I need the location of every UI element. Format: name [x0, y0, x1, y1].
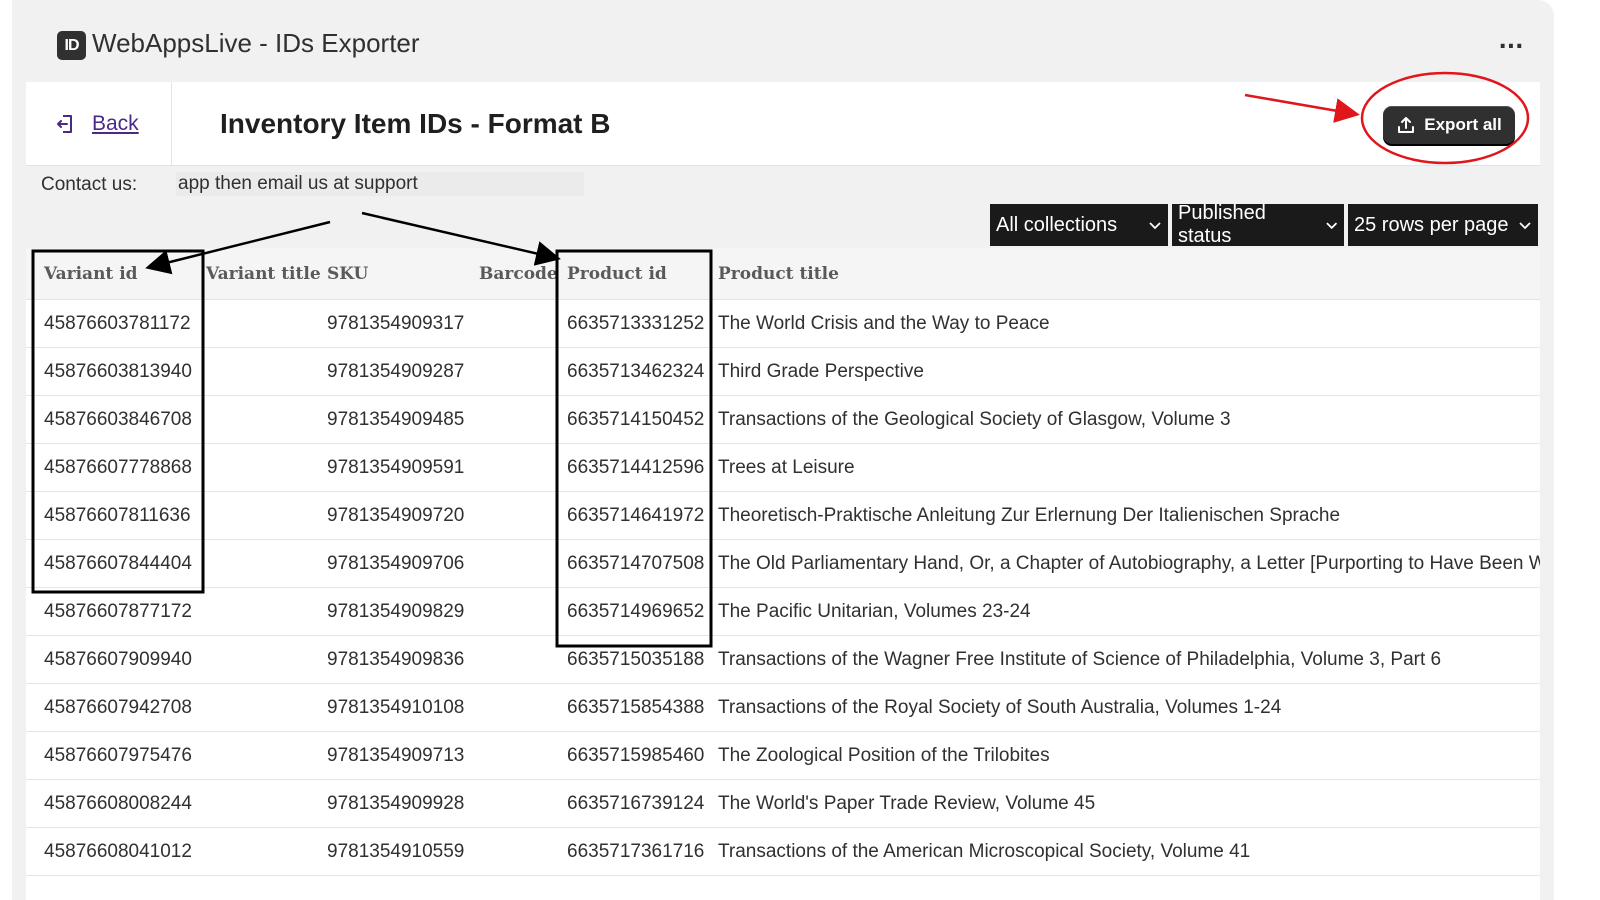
title-bar: ID WebAppsLive - IDs Exporter ... [12, 0, 1554, 82]
table-row[interactable]: 45876607877172 9781354909829 6635714969652… [26, 588, 1540, 636]
chevron-down-icon [1149, 222, 1161, 230]
cell-product-id: 6635717361716 [567, 841, 705, 862]
cell-product-title: The Pacific Unitarian, Volumes 23-24 [718, 601, 1031, 622]
cell-product-title: The Old Parliamentary Hand, Or, a Chapte… [718, 553, 1540, 574]
app-window: ID WebAppsLive - IDs Exporter ... Back I… [12, 0, 1554, 900]
cell-product-id: 6635714150452 [567, 409, 705, 430]
cell-product-id: 6635714641972 [567, 505, 705, 526]
cell-product-title: Transactions of the Wagner Free Institut… [718, 649, 1442, 670]
cell-variant-id: 45876603781172 [44, 313, 191, 334]
app-logo-icon: ID [57, 31, 86, 60]
header-barcode[interactable]: Barcode [479, 264, 558, 284]
cell-product-id: 6635714412596 [567, 457, 705, 478]
filter-bar: All collections Published status 25 rows… [990, 202, 1538, 247]
back-button[interactable]: Back [26, 82, 172, 166]
app-title: WebAppsLive - IDs Exporter [92, 28, 420, 58]
status-select[interactable]: Published status [1172, 202, 1344, 247]
table-row[interactable]: 45876607811636 9781354909720 6635714641972… [26, 492, 1540, 540]
header-sku[interactable]: SKU [327, 264, 368, 284]
cell-variant-id: 45876603846708 [44, 409, 192, 430]
table-row[interactable]: 45876603846708 9781354909485 6635714150452… [26, 396, 1540, 444]
cell-product-title: Third Grade Perspective [718, 361, 924, 382]
cell-product-id: 6635714969652 [567, 601, 705, 622]
table-row[interactable]: 45876607909940 9781354909836 6635715035188… [26, 636, 1540, 684]
chevron-down-icon [1519, 222, 1531, 230]
page-header: Back Inventory Item IDs - Format B Expor… [26, 82, 1540, 166]
chevron-down-icon [1325, 222, 1337, 230]
cell-product-id: 6635715035188 [567, 649, 705, 670]
cell-sku: 9781354909591 [327, 457, 465, 478]
cell-variant-id: 45876608008244 [44, 793, 192, 814]
table-row[interactable]: 45876607975476 9781354909713 6635715985460… [26, 732, 1540, 780]
contact-text: app then email us at support [176, 172, 584, 196]
header-product-id[interactable]: Product id [567, 264, 667, 284]
cell-sku: 9781354909928 [327, 793, 465, 814]
cell-product-id: 6635715854388 [567, 697, 705, 718]
cell-sku: 9781354909706 [327, 553, 465, 574]
table-header: Variant id Variant title SKU Barcode Pro… [26, 248, 1540, 300]
table-row[interactable]: 45876603781172 9781354909317 6635713331252… [26, 300, 1540, 348]
cell-variant-id: 45876607909940 [44, 649, 192, 670]
cell-sku: 9781354909829 [327, 601, 465, 622]
cell-product-title: Theoretisch-Praktische Anleitung Zur Erl… [718, 505, 1341, 526]
collection-select-value: All collections [996, 213, 1118, 236]
cell-sku: 9781354909485 [327, 409, 465, 430]
cell-variant-id: 45876608041012 [44, 841, 192, 862]
cell-product-title: Transactions of the American Microscopic… [718, 841, 1251, 862]
cell-product-id: 6635715985460 [567, 745, 705, 766]
cell-product-title: Trees at Leisure [718, 457, 855, 478]
export-all-label: Export all [1424, 115, 1502, 134]
rows-per-page-select[interactable]: 25 rows per page [1348, 204, 1538, 246]
header-variant-title[interactable]: Variant title [206, 264, 321, 284]
cell-variant-id: 45876607778868 [44, 457, 192, 478]
contact-label: Contact us: [41, 174, 138, 195]
export-all-button[interactable]: Export all [1383, 106, 1515, 144]
cell-sku: 9781354909713 [327, 745, 465, 766]
cell-variant-id: 45876607975476 [44, 745, 192, 766]
cell-sku: 9781354910559 [327, 841, 465, 862]
table-row[interactable]: 45876607844404 9781354909706 6635714707508… [26, 540, 1540, 588]
rows-per-page-value: 25 rows per page [1354, 213, 1509, 236]
table-body: 45876603781172 9781354909317 6635713331252… [26, 300, 1540, 900]
header-variant-id[interactable]: Variant id [44, 264, 138, 284]
cell-product-id: 6635714707508 [567, 553, 705, 574]
cell-variant-id: 45876607844404 [44, 553, 192, 574]
cell-variant-id: 45876607811636 [44, 505, 191, 526]
cell-product-title: Transactions of the Royal Society of Sou… [718, 697, 1282, 718]
page-title: Inventory Item IDs - Format B [220, 108, 611, 139]
exit-arrow-icon [57, 115, 72, 133]
cell-variant-id: 45876607942708 [44, 697, 192, 718]
cell-product-title: Transactions of the Geological Society o… [718, 409, 1231, 430]
table-row[interactable]: 45876607942708 9781354910108 6635715854388… [26, 684, 1540, 732]
table-row[interactable]: 45876608008244 9781354909928 6635716739124… [26, 780, 1540, 828]
cell-product-title: The World Crisis and the Way to Peace [718, 313, 1050, 334]
status-select-value: Published status [1178, 202, 1266, 247]
cell-sku: 9781354909720 [327, 505, 465, 526]
ids-table: Variant id Variant title SKU Barcode Pro… [26, 248, 1540, 900]
cell-sku: 9781354909836 [327, 649, 465, 670]
upload-icon [1398, 117, 1415, 133]
header-product-title[interactable]: Product title [718, 264, 839, 284]
table-row[interactable]: 45876607778868 9781354909591 6635714412596… [26, 444, 1540, 492]
table-row[interactable]: 45876608041012 9781354910559 6635717361716… [26, 828, 1540, 876]
cell-product-id: 6635713331252 [567, 313, 705, 334]
more-actions-icon[interactable]: ... [1496, 26, 1526, 56]
cell-sku: 9781354910108 [327, 697, 465, 718]
cell-product-title: The Zoological Position of the Trilobite… [718, 745, 1050, 766]
cell-product-title: The World's Paper Trade Review, Volume 4… [718, 793, 1096, 814]
collection-select[interactable]: All collections [990, 204, 1168, 246]
back-link[interactable]: Back [92, 112, 139, 136]
cell-product-id: 6635713462324 [567, 361, 705, 382]
table-row[interactable]: 45876603813940 9781354909287 6635713462324… [26, 348, 1540, 396]
cell-variant-id: 45876603813940 [44, 361, 192, 382]
table-row[interactable] [26, 876, 1540, 900]
cell-sku: 9781354909287 [327, 361, 465, 382]
cell-product-id: 6635716739124 [567, 793, 705, 814]
cell-sku: 9781354909317 [327, 313, 465, 334]
cell-variant-id: 45876607877172 [44, 601, 192, 622]
